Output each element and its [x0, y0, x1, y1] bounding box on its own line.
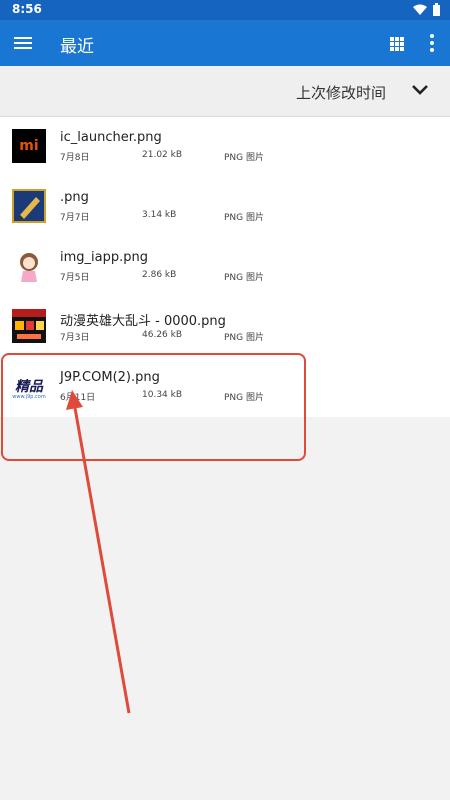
- more-options-icon[interactable]: [424, 34, 440, 52]
- file-name: .png: [60, 190, 89, 205]
- file-name: img_iapp.png: [60, 250, 148, 265]
- list-item[interactable]: .png 7月7日 3.14 kB PNG 图片: [0, 177, 450, 237]
- file-type: PNG 图片: [224, 153, 264, 163]
- pencil-image-icon: [18, 197, 40, 219]
- list-item[interactable]: 动漫英雄大乱斗 - 0000.png 7月3日 46.26 kB PNG 图片: [0, 297, 450, 357]
- file-thumbnail: [12, 189, 46, 223]
- menu-icon[interactable]: [14, 34, 32, 52]
- status-bar: 8:56: [0, 0, 450, 20]
- chevron-down-icon[interactable]: [410, 82, 430, 98]
- grid-view-icon[interactable]: [390, 37, 404, 51]
- status-icons: [413, 3, 440, 16]
- file-thumbnail: [12, 249, 46, 283]
- file-date: 7月3日: [60, 333, 90, 343]
- app-bar: 最近: [0, 20, 450, 66]
- file-type: PNG 图片: [224, 273, 264, 283]
- list-item[interactable]: img_iapp.png 7月5日 2.86 kB PNG 图片: [0, 237, 450, 297]
- list-item[interactable]: mi ic_launcher.png 7月8日 21.02 kB PNG 图片: [0, 117, 450, 177]
- file-type: PNG 图片: [224, 333, 264, 343]
- file-date: 7月7日: [60, 213, 90, 223]
- battery-icon: [433, 3, 440, 16]
- sort-bar[interactable]: 上次修改时间: [0, 66, 450, 117]
- file-size: 2.86 kB: [142, 270, 177, 280]
- file-size: 46.26 kB: [142, 330, 183, 340]
- file-thumbnail: [12, 309, 46, 343]
- file-type: PNG 图片: [224, 213, 264, 223]
- page-title: 最近: [60, 37, 94, 57]
- annotation-highlight-box: [1, 353, 306, 461]
- anime-girl-image-icon: [20, 253, 38, 282]
- sort-label[interactable]: 上次修改时间: [296, 82, 386, 103]
- file-size: 3.14 kB: [142, 210, 177, 220]
- game-cover-image-icon: [12, 309, 46, 339]
- file-date: 7月5日: [60, 273, 90, 283]
- status-time: 8:56: [12, 2, 42, 16]
- file-size: 21.02 kB: [142, 150, 183, 160]
- file-date: 7月8日: [60, 153, 90, 163]
- wifi-icon: [413, 4, 427, 15]
- file-thumbnail: mi: [12, 129, 46, 163]
- file-name: ic_launcher.png: [60, 130, 162, 145]
- file-name: 动漫英雄大乱斗 - 0000.png: [60, 314, 226, 329]
